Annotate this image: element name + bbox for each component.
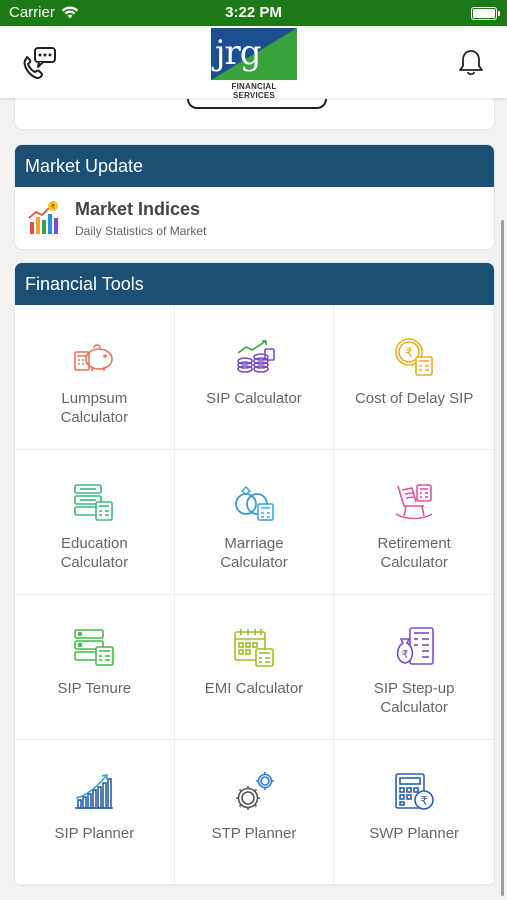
tool-lumpsum-calculator[interactable]: Lumpsum Calculator [15, 305, 175, 450]
tool-label: SIP Planner [54, 825, 135, 842]
company-logo: jrg FINANCIAL SERVICES [211, 28, 297, 100]
tools-grid: Lumpsum Calculator SIP Calculator ₹ Cost… [15, 305, 494, 885]
scrollbar[interactable] [501, 220, 504, 896]
rings-icon [235, 486, 274, 521]
tool-stp-planner[interactable]: STP Planner [174, 740, 335, 885]
logo-text: jrg [215, 33, 262, 73]
rocking-chair-icon [395, 484, 433, 520]
tool-label: EMI Calculator [204, 680, 304, 697]
growth-chart-icon [75, 774, 114, 809]
tool-label: Marriage Calculator [220, 535, 288, 571]
coins-stack-icon [237, 340, 275, 373]
svg-text:₹: ₹ [405, 346, 413, 361]
svg-text:₹: ₹ [51, 203, 56, 211]
tool-marriage-calculator[interactable]: Marriage Calculator [174, 450, 335, 595]
market-indices-item[interactable]: ₹ Market Indices Daily Statistics of Mar… [15, 187, 494, 249]
tool-sip-tenure[interactable]: SIP Tenure [15, 595, 175, 740]
rupee-bag-calculator-icon: ₹ [396, 627, 434, 665]
contact-support-icon[interactable] [20, 44, 58, 82]
tool-sip-calculator[interactable]: SIP Calculator [174, 305, 335, 450]
notification-bell-icon[interactable] [452, 44, 490, 82]
tool-label: Cost of Delay SIP [354, 390, 474, 407]
tool-label: Retirement Calculator [377, 535, 451, 571]
tool-label: SWP Planner [369, 825, 460, 842]
market-update-header: Market Update [15, 145, 494, 187]
tool-swp-planner[interactable]: ₹ SWP Planner [334, 740, 494, 885]
status-bar: Carrier 3:22 PM [0, 0, 507, 26]
financial-tools-card: Financial Tools Lumpsum Calculator SIP C… [14, 262, 495, 886]
tool-sip-step-up-calculator[interactable]: ₹ SIP Step-up Calculator [334, 595, 494, 740]
tool-emi-calculator[interactable]: EMI Calculator [174, 595, 335, 740]
tool-education-calculator[interactable]: Education Calculator [15, 450, 175, 595]
market-chart-icon: ₹ [28, 201, 58, 234]
rupee-coin-calculator-icon: ₹ [395, 338, 433, 376]
gears-icon [235, 772, 274, 810]
tool-label: Lumpsum Calculator [60, 390, 129, 426]
sip-tenure-icon [74, 629, 115, 666]
tool-label: SIP Tenure [57, 680, 132, 697]
tool-retirement-calculator[interactable]: Retirement Calculator [334, 450, 494, 595]
app-header: jrg FINANCIAL SERVICES [0, 26, 507, 100]
market-update-card: Market Update ₹ Market Indices Daily Sta… [14, 144, 495, 250]
education-calculator-icon [74, 484, 114, 521]
battery-icon [471, 7, 500, 20]
calendar-calculator-icon [234, 629, 274, 667]
svg-text:₹: ₹ [420, 794, 428, 808]
calculator-rupee-icon: ₹ [395, 773, 434, 810]
main-content[interactable]: Market Update ₹ Market Indices Daily Sta… [0, 98, 507, 900]
tool-label: SIP Step-up Calculator [373, 680, 455, 716]
status-time: 3:22 PM [225, 4, 282, 21]
tool-label: Education Calculator [60, 535, 129, 571]
banner-card [14, 98, 495, 130]
logo-subtitle: FINANCIAL SERVICES [231, 82, 277, 100]
tool-sip-planner[interactable]: SIP Planner [15, 740, 175, 885]
market-indices-subtitle: Daily Statistics of Market [75, 223, 207, 238]
financial-tools-header: Financial Tools [15, 263, 494, 305]
tool-label: STP Planner [211, 825, 297, 842]
tool-label: SIP Calculator [206, 390, 302, 407]
svg-text:₹: ₹ [402, 648, 409, 661]
banner-button-edge [187, 99, 327, 109]
piggy-bank-icon [74, 344, 114, 371]
market-indices-title: Market Indices [75, 198, 201, 219]
tool-cost-of-delay-sip[interactable]: ₹ Cost of Delay SIP [334, 305, 494, 450]
